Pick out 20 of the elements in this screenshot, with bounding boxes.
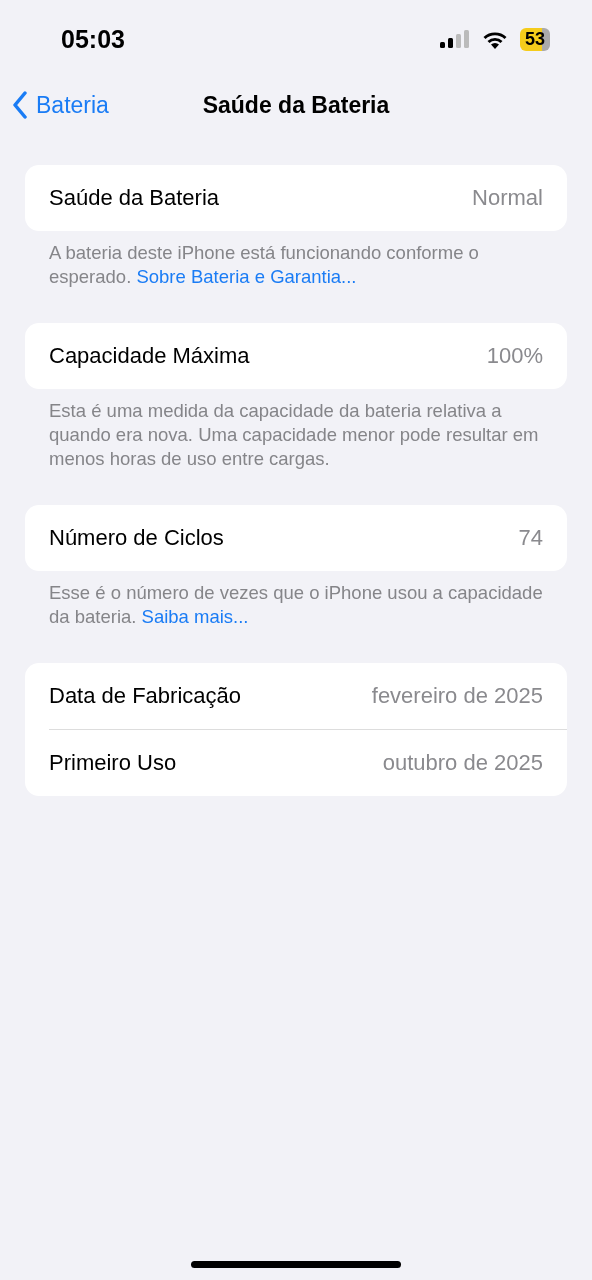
info-link[interactable]: Saiba mais... [141,606,249,627]
row-value: 74 [518,525,543,551]
row-label: Saúde da Bateria [49,185,220,211]
section-footer: A bateria deste iPhone está funcionando conforme o esperado. Sobre Bateria e Garantia... [49,241,543,289]
section-footer: Esta é uma medida da capacidade da bateria relativa a quando era nova. Uma capacidade menor pode resultar em menos horas de uso entre cargas. [49,399,543,471]
signal-icon [439,30,470,48]
status-time: 05:03 [61,24,125,54]
row-label: Primeiro Uso [49,750,177,776]
row-value: 100% [486,343,543,369]
section-footer: Esse é o número de vezes que o iPhone usou a capacidade da bateria. Saiba mais... [49,581,543,629]
chevron-icon [12,91,28,119]
info-link[interactable]: Sobre Bateria e Garantia... [136,266,357,287]
page-title: Saúde da Bateria [202,91,390,119]
row-value: Normal [472,185,543,211]
row-label: Capacidade Máxima [49,343,250,369]
row-label: Número de Ciclos [49,525,224,551]
row-value: fevereiro de 2025 [371,683,543,709]
row-label: Data de Fabricação [49,683,241,709]
back-button[interactable]: Bateria [12,91,109,119]
row-value: outubro de 2025 [382,750,543,776]
